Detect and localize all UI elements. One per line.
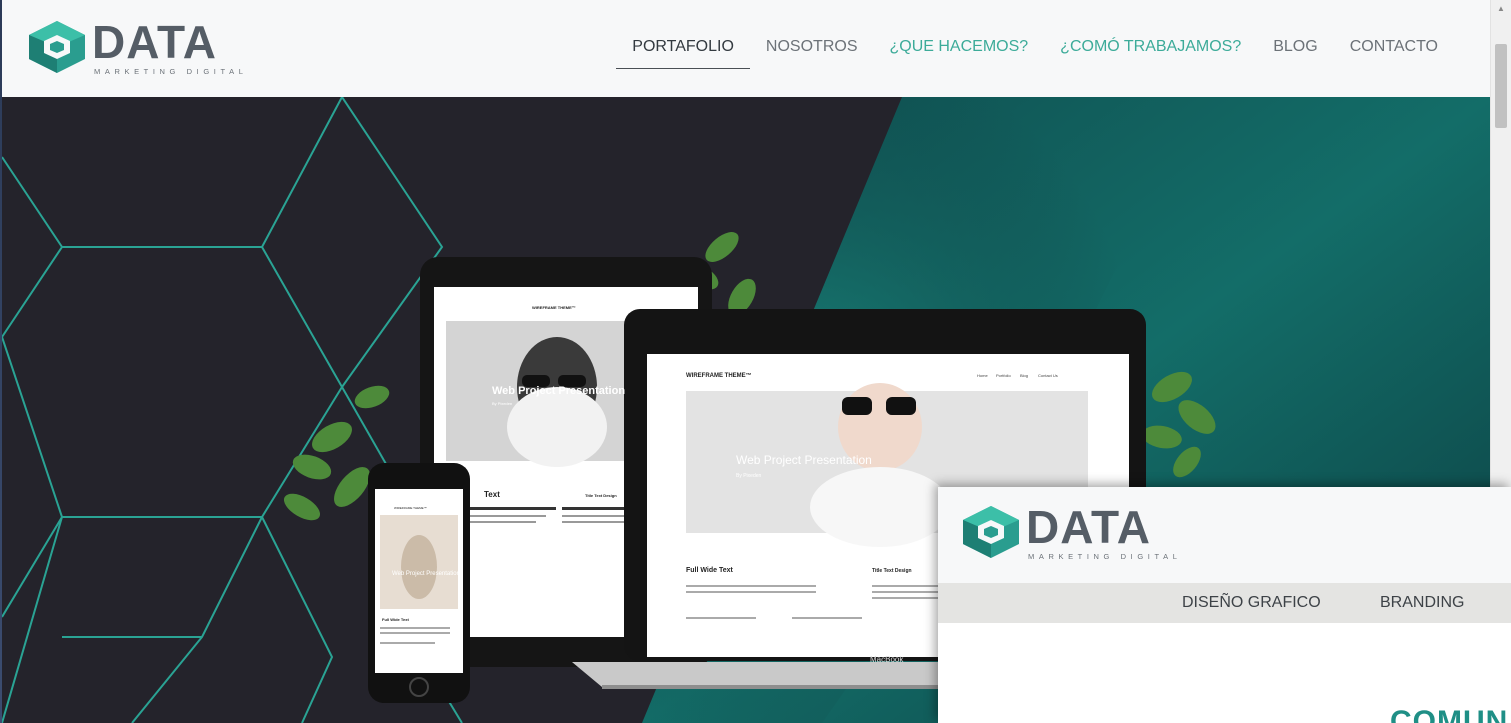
tablet-byline: By Pixeden [492,401,512,406]
scrollbar-thumb[interactable] [1495,44,1507,128]
nav-item-blog[interactable]: BLOG [1257,38,1333,69]
nav-item-que-hacemos[interactable]: ¿QUE HACEMOS? [873,38,1044,69]
tablet-column-title: Title Text Design [585,493,617,498]
nav-item-diseno-grafico[interactable]: DISEÑO GRAFICO [1182,594,1321,612]
secondary-window: DATA MARKETING DIGITAL DISEÑO GRAFICO BR… [938,487,1511,723]
nav-item-portafolio[interactable]: PORTAFOLIO [616,38,750,69]
phone-mockup [368,463,470,703]
laptop-headline: Web Project Presentation [736,453,872,467]
phone-headline: Web Project Presentation [392,571,460,577]
phone-section-title: Full Wide Text [382,617,409,622]
laptop-brand: WIREFRAME THEME™ [686,372,752,379]
logo-tagline: MARKETING DIGITAL [94,67,248,76]
tablet-brand: WIREFRAME THEME™ [532,305,576,310]
nav-item-nosotros[interactable]: NOSOTROS [750,38,874,69]
data-logo-icon [29,21,85,73]
laptop-byline: By Pixeden [736,473,762,479]
site-logo[interactable]: DATA MARKETING DIGITAL [26,16,248,76]
phone-brand: WIREFRAME THEME™ [394,506,427,510]
nav-item-branding[interactable]: BRANDING [1380,594,1464,612]
secondary-site-logo[interactable]: DATA MARKETING DIGITAL [960,501,1182,561]
laptop-nav-portfolio: Portfolio [996,373,1011,378]
laptop-column-title: Title Text Design [872,568,912,574]
laptop-section-title: Full Wide Text [686,567,734,574]
laptop-nav-contact: Contact Us [1038,373,1058,378]
secondary-site-header: DATA MARKETING DIGITAL [938,487,1511,583]
secondary-logo-wordmark: DATA [1026,501,1151,553]
laptop-nav-blog: Blog [1020,373,1028,378]
data-logo-icon [963,506,1019,558]
secondary-heading: COMUN [1390,705,1509,723]
secondary-logo-tagline: MARKETING DIGITAL [1028,552,1182,561]
tablet-headline: Web Project Presentation [492,385,625,397]
scroll-up-icon[interactable]: ▲ [1497,4,1505,13]
nav-item-como-trabajamos[interactable]: ¿COMÓ TRABAJAMOS? [1044,38,1257,69]
tablet-section-title: Text [484,490,500,499]
nav-item-contacto[interactable]: CONTACTO [1334,38,1454,69]
site-header: DATA MARKETING DIGITAL PORTAFOLIO NOSOTR… [2,0,1490,97]
secondary-nav: DISEÑO GRAFICO BRANDING [938,583,1511,623]
laptop-device-name: MacBook [870,655,904,664]
laptop-nav-home: Home [977,373,988,378]
main-nav: PORTAFOLIO NOSOTROS ¿QUE HACEMOS? ¿COMÓ … [616,38,1454,69]
logo-wordmark: DATA [92,16,217,68]
